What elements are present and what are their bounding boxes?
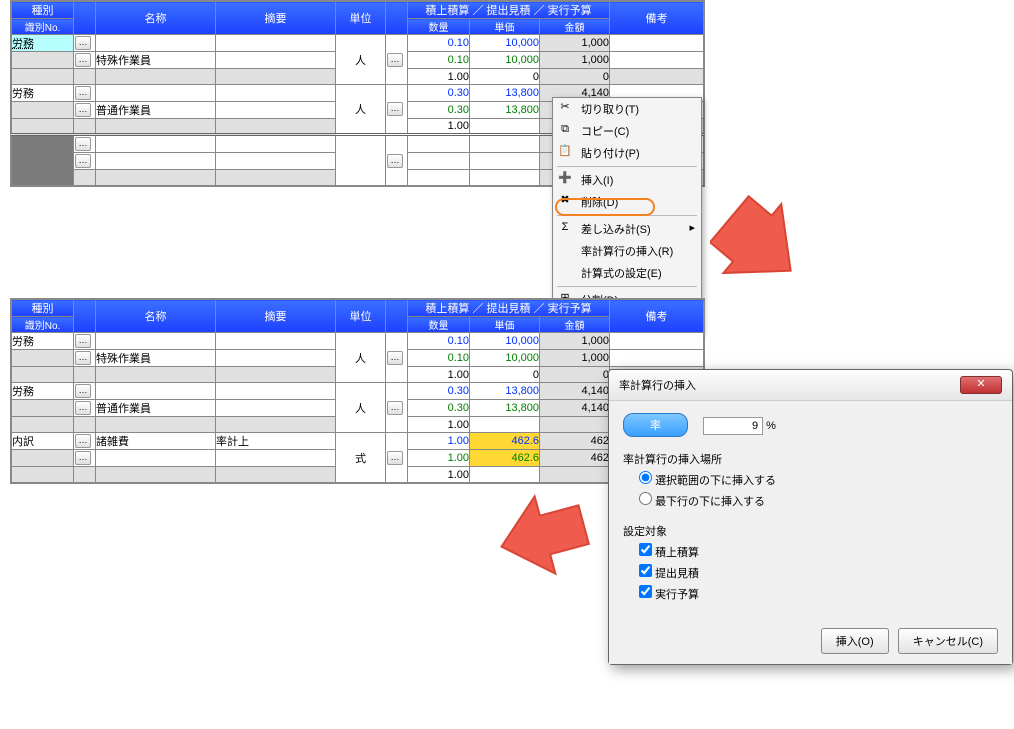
th-unit: 単位: [336, 2, 386, 35]
dots-button[interactable]: …: [75, 86, 91, 100]
dots-button[interactable]: …: [387, 53, 403, 67]
target-label: 設定対象: [623, 523, 998, 539]
th-summary: 摘要: [216, 2, 336, 35]
ctx-insert[interactable]: ➕挿入(I): [553, 169, 701, 191]
table-row: 内訳 … 諸雑費 率計上 式 … 1.00 462.6 462: [12, 433, 704, 450]
rate-input[interactable]: [703, 417, 763, 435]
sigma-icon: Σ: [557, 220, 573, 234]
ctx-copy[interactable]: ⧉コピー(C): [553, 120, 701, 142]
th-type-no: 識別No.: [12, 19, 74, 35]
arrow-down-right-icon: [710, 195, 810, 295]
th-qty: 数量: [408, 19, 470, 35]
ok-button[interactable]: 挿入(O): [821, 628, 889, 654]
dots-button[interactable]: …: [75, 384, 91, 398]
dots-button[interactable]: …: [387, 451, 403, 465]
insert-icon: ➕: [557, 171, 573, 185]
table-row: 労務 … 人 … 0.10 10,000 1,000: [12, 333, 704, 350]
dialog-titlebar: 率計算行の挿入 ✕: [609, 370, 1012, 401]
highlight-oval: [555, 198, 655, 216]
dots-button[interactable]: …: [75, 154, 91, 168]
dots-button[interactable]: …: [75, 401, 91, 415]
dots-button[interactable]: …: [387, 154, 403, 168]
dots-button[interactable]: …: [75, 334, 91, 348]
dialog-title-text: 率計算行の挿入: [619, 377, 696, 393]
table-row: 労務 … 人 … 0.30 13,800 4,140: [12, 383, 704, 400]
ctx-insert-inc[interactable]: Σ差し込み計(S)▸: [553, 218, 701, 240]
radio-bottom[interactable]: 最下行の下に挿入する: [639, 492, 998, 509]
dots-button[interactable]: …: [75, 351, 91, 365]
th-remarks: 備考: [610, 2, 704, 35]
rate-toggle-button[interactable]: 率: [623, 413, 688, 437]
dots-button[interactable]: …: [75, 36, 91, 50]
dots-button[interactable]: …: [387, 401, 403, 415]
dots-button[interactable]: …: [387, 351, 403, 365]
ctx-paste[interactable]: 📋貼り付け(P): [553, 142, 701, 164]
check-submitted[interactable]: 提出見積: [639, 564, 998, 581]
close-button[interactable]: ✕: [960, 376, 1002, 394]
dots-button[interactable]: …: [75, 451, 91, 465]
table-row: 労務 … 人 … 0.10 10,000 1,000: [12, 35, 704, 52]
rate-insert-dialog: 率計算行の挿入 ✕ 率 % 率計算行の挿入場所 選択範囲の下に挿入する 最下行の…: [608, 369, 1013, 665]
paste-icon: 📋: [557, 144, 573, 158]
radio-below-selection[interactable]: 選択範囲の下に挿入する: [639, 471, 998, 488]
dots-button[interactable]: …: [75, 103, 91, 117]
th-price: 単価: [470, 19, 540, 35]
check-execution[interactable]: 実行予算: [639, 585, 998, 602]
th-name: 名称: [96, 2, 216, 35]
cancel-button[interactable]: キャンセル(C): [898, 628, 998, 654]
th-est-group: 積上積算 ／ 提出見積 ／ 実行予算: [408, 2, 610, 19]
position-label: 率計算行の挿入場所: [623, 451, 998, 467]
scissors-icon: ✂: [557, 100, 573, 114]
dots-button[interactable]: …: [75, 53, 91, 67]
check-estimate[interactable]: 積上積算: [639, 543, 998, 560]
cell-unit: 人: [336, 35, 386, 85]
arrow-left-icon: [495, 485, 595, 585]
dots-button[interactable]: …: [387, 102, 403, 116]
th-type: 種別: [12, 2, 74, 19]
copy-icon: ⧉: [557, 122, 573, 136]
ctx-calc-setting[interactable]: 計算式の設定(E): [553, 262, 701, 284]
th-amount: 金額: [540, 19, 610, 35]
cell-type[interactable]: 労務: [12, 35, 74, 52]
ctx-cut[interactable]: ✂切り取り(T): [553, 98, 701, 120]
dots-button[interactable]: …: [75, 137, 91, 151]
table-2: 種別 名称 摘要 単位 積上積算 ／ 提出見積 ／ 実行予算 備考 識別No. …: [10, 298, 705, 484]
ctx-insert-rate[interactable]: 率計算行の挿入(R): [553, 240, 701, 262]
dots-button[interactable]: …: [75, 434, 91, 448]
percent-label: %: [766, 420, 776, 432]
